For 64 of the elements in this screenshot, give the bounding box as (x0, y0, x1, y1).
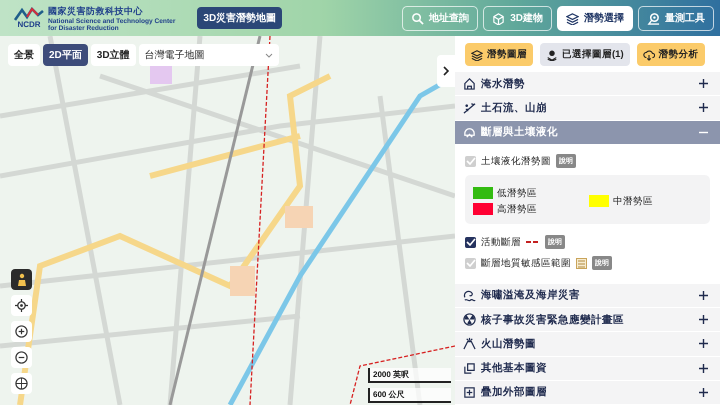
accordion-header[interactable]: 核子事故災害緊急應變計畫區 (455, 308, 720, 332)
layers-icon (471, 48, 483, 60)
nav-button[interactable]: 量測工具 (638, 6, 714, 30)
basemap-select[interactable]: 台灣電子地圖 (138, 44, 279, 66)
plus-circle-icon (15, 325, 28, 338)
house-icon (463, 77, 476, 90)
copy-icon (463, 362, 476, 375)
layer-label: 活動斷層 (481, 236, 521, 249)
chevron-down-icon (264, 52, 273, 58)
locate-button[interactable] (11, 295, 32, 316)
panel-tab[interactable]: 潛勢分析 (636, 43, 705, 66)
layers-icon (566, 12, 579, 24)
zoom-out-button[interactable] (11, 347, 32, 368)
logo-acronym: NCDR (17, 21, 41, 29)
app-title: 3D災害潛勢地圖 (197, 7, 282, 29)
accordion-header[interactable]: 淹水潛勢 (455, 72, 720, 96)
globe-icon (15, 377, 28, 390)
volcano-icon (463, 337, 476, 350)
plus-square-icon (463, 386, 476, 399)
chevron-right-icon (443, 66, 449, 76)
accordion-header[interactable]: 火山潛勢圖 (455, 332, 720, 356)
slope-icon (463, 101, 476, 114)
wave-icon (463, 288, 476, 302)
plus-icon (699, 103, 708, 112)
dashed-line-icon (526, 240, 540, 244)
layer-label: 土壤液化潛勢圖 (481, 154, 551, 168)
scale-bar: 600 公尺 (368, 388, 451, 403)
plus-icon (699, 79, 708, 88)
nav-button[interactable]: 潛勢選擇 (557, 6, 633, 30)
org-name: 國家災害防救科技中心 (48, 4, 144, 18)
zoom-in-button[interactable] (11, 321, 32, 342)
accordion-header[interactable]: 疊加外部圖層 (455, 380, 720, 405)
panel-tab[interactable]: 潛勢圖層 (465, 43, 533, 66)
layer-checkbox[interactable] (465, 236, 476, 248)
plus-icon (699, 364, 708, 373)
street-view-button[interactable] (11, 269, 32, 290)
plus-icon (699, 290, 708, 300)
plus-icon (699, 388, 708, 397)
accordion-header[interactable]: 土石流、山崩 (455, 96, 720, 120)
legend-label: 低潛勢區 (497, 186, 537, 200)
panel-toggle-button[interactable] (437, 55, 455, 87)
view-mode-button[interactable]: 2D平面 (43, 44, 88, 66)
target-icon (15, 299, 28, 312)
pattern-swatch-icon (576, 258, 587, 269)
view-mode-button[interactable]: 3D立體 (90, 44, 136, 66)
layer-label: 斷層地質敏感區範圍 (481, 256, 571, 270)
magnifier-icon (647, 12, 660, 24)
cloud-download-icon (642, 48, 655, 60)
search-icon (411, 12, 424, 24)
accordion-header[interactable]: 海嘯溢淹及海岸災害 (455, 284, 720, 308)
stack-icon (546, 48, 558, 60)
minus-circle-icon (15, 351, 28, 364)
plus-icon (699, 315, 708, 324)
accordion-header[interactable]: 其他基本圖資 (455, 356, 720, 381)
cube-icon (492, 12, 506, 24)
radiation-icon (463, 313, 476, 326)
legend-label: 高潛勢區 (497, 202, 537, 216)
plus-icon (699, 339, 708, 348)
legend-label: 中潛勢區 (613, 194, 653, 208)
globe-button[interactable] (11, 373, 32, 394)
logo-icon (14, 7, 44, 21)
panel-tab[interactable]: 已選擇圖層(1) (540, 43, 630, 66)
view-mode-button[interactable]: 全景 (8, 44, 40, 66)
scale-bar: 2000 英呎 (368, 368, 451, 383)
